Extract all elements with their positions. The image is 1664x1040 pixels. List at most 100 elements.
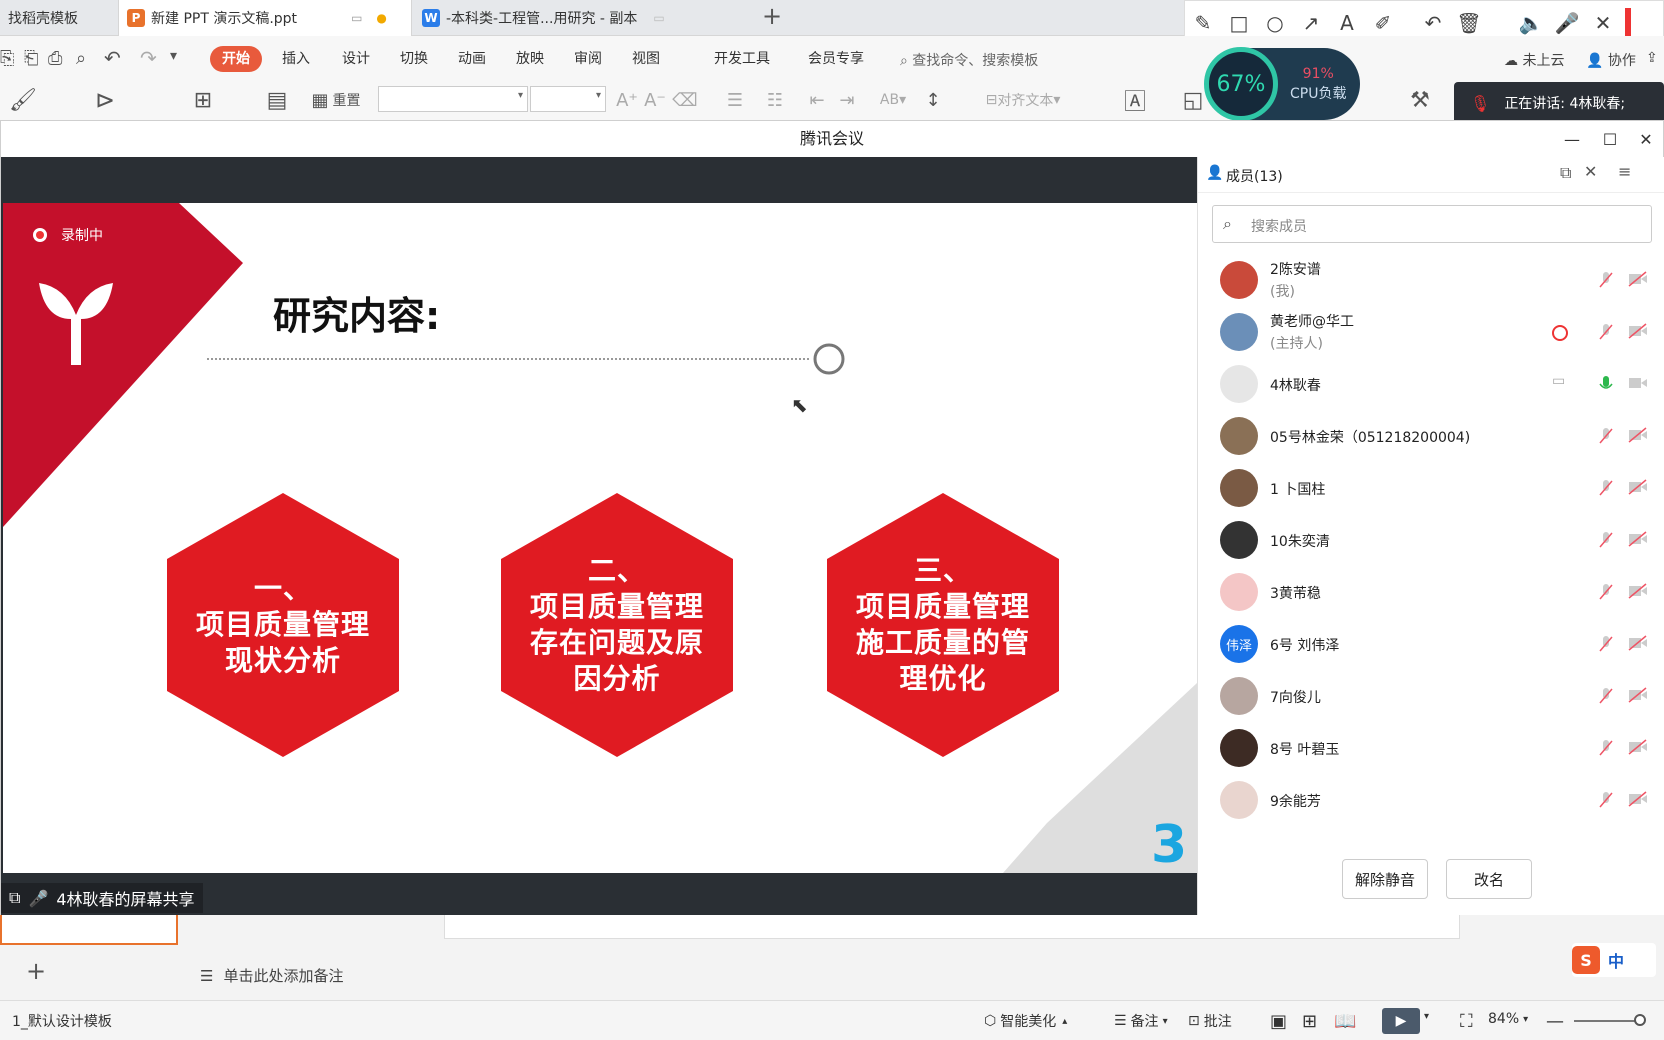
member-row[interactable]: 3黄芾稳	[1198, 565, 1664, 620]
camera-off-icon[interactable]	[1628, 791, 1648, 809]
undo-icon[interactable]: ↶	[104, 46, 121, 70]
tab-ppt[interactable]: P 新建 PPT 演示文稿.ppt ▭ ●	[118, 0, 412, 36]
screen-icon[interactable]: ▭	[351, 11, 362, 25]
tab-template[interactable]: 找稻壳模板	[0, 0, 118, 36]
member-row[interactable]: 05号林金荣（051218200004)	[1198, 409, 1664, 464]
play-options-icon[interactable]: ▾	[1424, 1011, 1429, 1022]
rename-button[interactable]: 改名	[1446, 859, 1532, 899]
play-icon[interactable]: ⊳	[88, 84, 122, 116]
layout-icon[interactable]: ▤	[260, 84, 294, 116]
reading-view-icon[interactable]: 📖	[1334, 1011, 1356, 1032]
zoom-slider[interactable]	[1574, 1014, 1646, 1026]
member-row[interactable]: 黄老师@华工 (主持人)	[1198, 305, 1664, 360]
play-slideshow-button[interactable]: ▶	[1382, 1008, 1420, 1034]
cloud-status[interactable]: ☁ 未上云	[1504, 50, 1564, 70]
font-size-select[interactable]: ▾	[530, 86, 606, 112]
new-slide-icon[interactable]: ⊞	[186, 84, 220, 116]
cpu-monitor-widget[interactable]: 67% 91% CPU负载	[1204, 47, 1360, 121]
collab-button[interactable]: 👤 协作	[1586, 50, 1636, 70]
camera-off-icon[interactable]	[1628, 323, 1648, 341]
camera-off-icon[interactable]	[1628, 375, 1648, 393]
ime-indicator[interactable]: S 中	[1572, 943, 1656, 977]
screen-icon[interactable]: ▭	[653, 11, 664, 25]
mic-muted-icon[interactable]	[1598, 479, 1616, 497]
member-search-input[interactable]: ⌕ 搜索成员	[1212, 205, 1652, 243]
close-icon[interactable]: ✕	[1633, 127, 1659, 153]
print-icon[interactable]: ⎙	[48, 48, 62, 69]
normal-view-icon[interactable]: ▣	[1270, 1011, 1287, 1032]
menu-design[interactable]: 设计	[330, 46, 382, 72]
menu-devtools[interactable]: 开发工具	[702, 46, 782, 72]
menu-animation[interactable]: 动画	[446, 46, 498, 72]
notes-button[interactable]: ☰ 备注 ▾	[1114, 1011, 1168, 1031]
grid-view-icon[interactable]: ⊞	[1302, 1011, 1317, 1032]
slide-thumbnail[interactable]	[0, 915, 178, 945]
font-shrink-icon[interactable]: A⁻	[642, 84, 668, 116]
number-list-icon[interactable]: ☷	[758, 84, 792, 116]
outdent-icon[interactable]: ⇤	[804, 84, 830, 116]
menu-slideshow[interactable]: 放映	[504, 46, 556, 72]
menu-transition[interactable]: 切换	[388, 46, 440, 72]
mic-muted-icon[interactable]	[1598, 271, 1616, 289]
save-icon[interactable]: ⎗	[24, 48, 38, 69]
camera-off-icon[interactable]	[1628, 427, 1648, 445]
menu-vip[interactable]: 会员专享	[796, 46, 876, 72]
minimize-icon[interactable]: —	[1559, 127, 1585, 153]
command-search[interactable]: ⌕ 查找命令、搜索模板	[900, 50, 1038, 70]
mic-muted-icon[interactable]	[1598, 739, 1616, 757]
camera-off-icon[interactable]	[1628, 687, 1648, 705]
add-slide-icon[interactable]: +	[26, 957, 46, 985]
preview-icon[interactable]: ⌕	[76, 48, 86, 69]
close-panel-icon[interactable]: ✕	[1584, 162, 1597, 181]
eraser-icon[interactable]: ⌫	[672, 84, 698, 116]
mic-active-icon[interactable]	[1598, 375, 1616, 393]
maximize-icon[interactable]: ☐	[1597, 127, 1623, 153]
zoom-out-icon[interactable]: —	[1546, 1011, 1564, 1032]
menu-icon[interactable]: ≡	[1618, 162, 1631, 181]
member-row[interactable]: 伟泽 6号 刘伟泽	[1198, 617, 1664, 672]
menu-view[interactable]: 视图	[620, 46, 672, 72]
camera-off-icon[interactable]	[1628, 583, 1648, 601]
comments-button[interactable]: ⊡ 批注	[1188, 1011, 1232, 1031]
camera-off-icon[interactable]	[1628, 739, 1648, 757]
format-painter-icon[interactable]: 🖌	[6, 84, 40, 116]
menu-review[interactable]: 审阅	[562, 46, 614, 72]
reset-button[interactable]: ▦ 重置	[306, 84, 366, 116]
tools-icon[interactable]: ⚒	[1400, 84, 1440, 116]
notes-area[interactable]: ☰ 单击此处添加备注	[200, 965, 343, 986]
textbox-icon[interactable]: 🄰	[1118, 84, 1152, 116]
redo-icon[interactable]: ↷	[140, 46, 157, 70]
char-spacing-icon[interactable]: AB▾	[876, 84, 910, 116]
member-row[interactable]: 1 卜国柱	[1198, 461, 1664, 516]
mic-muted-icon[interactable]	[1598, 323, 1616, 341]
bullet-list-icon[interactable]: ☰	[718, 84, 752, 116]
member-row[interactable]: 4林耿春 ▭	[1198, 357, 1664, 412]
member-row[interactable]: 8号 叶碧玉	[1198, 721, 1664, 776]
unmute-button[interactable]: 解除静音	[1342, 859, 1428, 899]
member-row[interactable]: 9余能芳	[1198, 773, 1664, 828]
member-row[interactable]: 2陈安谱 (我)	[1198, 253, 1664, 308]
mic-muted-icon[interactable]	[1598, 635, 1616, 653]
mic-muted-icon[interactable]	[1598, 791, 1616, 809]
share-icon[interactable]: ⇪	[1646, 50, 1658, 66]
menu-home[interactable]: 开始	[210, 46, 262, 72]
mic-muted-icon[interactable]	[1598, 427, 1616, 445]
mic-muted-icon[interactable]	[1598, 687, 1616, 705]
menu-insert[interactable]: 插入	[270, 46, 322, 72]
font-family-select[interactable]: ▾	[378, 86, 528, 112]
file-icon[interactable]: ⎘	[0, 48, 14, 69]
member-row[interactable]: 10朱奕清	[1198, 513, 1664, 568]
camera-off-icon[interactable]	[1628, 635, 1648, 653]
new-tab-button[interactable]: +	[762, 2, 782, 30]
camera-off-icon[interactable]	[1628, 531, 1648, 549]
font-grow-icon[interactable]: A⁺	[614, 84, 640, 116]
mic-muted-icon[interactable]	[1598, 583, 1616, 601]
more-icon[interactable]: ▾	[170, 48, 177, 64]
popout-icon[interactable]: ⧉	[1560, 163, 1571, 183]
indent-icon[interactable]: ⇥	[834, 84, 860, 116]
line-spacing-icon[interactable]: ↕	[918, 84, 948, 116]
camera-off-icon[interactable]	[1628, 271, 1648, 289]
align-text-button[interactable]: ⊟ 对齐文本 ▾	[974, 84, 1072, 116]
camera-off-icon[interactable]	[1628, 479, 1648, 497]
member-row[interactable]: 7向俊儿	[1198, 669, 1664, 724]
